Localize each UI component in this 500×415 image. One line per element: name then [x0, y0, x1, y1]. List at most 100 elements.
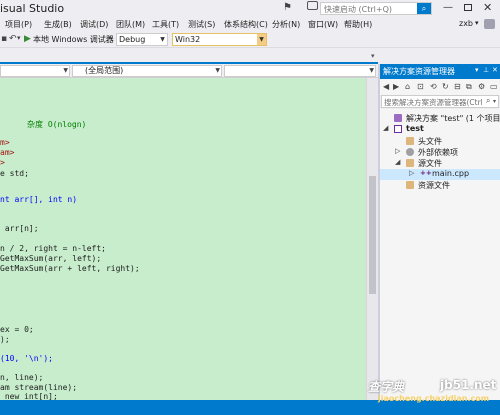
- show-all-files-icon[interactable]: ⧉: [466, 82, 472, 92]
- code-line: GetMaxSum(arr, left);: [0, 254, 101, 263]
- tree-item-label: 头文件: [418, 137, 442, 146]
- user-name[interactable]: zxb: [459, 19, 473, 28]
- tree-item-label: 解决方案 "test" (1 个项目): [406, 114, 500, 123]
- chevron-down-icon[interactable]: ▾: [371, 52, 375, 60]
- solution-explorer-toolbar: ◀ ▶ ⌂ ⊡ ⟲ ↻ ⊟ ⧉ ⚙ ▭: [380, 79, 500, 95]
- code-text: am stream(line);: [0, 383, 78, 392]
- project-icon: [394, 125, 402, 133]
- menu-project[interactable]: 项目(P): [5, 19, 32, 30]
- code-line: ex = 0;: [0, 325, 34, 334]
- undo-icon[interactable]: ↶: [9, 34, 17, 44]
- pin-icon[interactable]: ⊥: [483, 66, 489, 74]
- home-icon[interactable]: ⌂: [405, 82, 410, 91]
- avatar[interactable]: [484, 19, 495, 29]
- feedback-icon[interactable]: [307, 1, 318, 10]
- menu-bar: 项目(P) 生成(B) 调试(D) 团队(M) 工具(T) 测试(S) 体系结构…: [0, 17, 500, 31]
- tree-item[interactable]: ◢ 源文件: [380, 158, 500, 169]
- collapse-all-icon[interactable]: ⊟: [454, 82, 461, 91]
- menu-window[interactable]: 窗口(W): [308, 19, 338, 30]
- project-scope-select[interactable]: ▼: [0, 65, 70, 77]
- tree-item[interactable]: 头文件: [380, 136, 500, 147]
- title-bar: isual Studio ⚑ 快速启动 (Ctrl+Q) ⌕ — ✕: [0, 0, 500, 17]
- code-text: ex = 0;: [0, 325, 34, 334]
- refresh-icon[interactable]: ↻: [442, 82, 449, 91]
- search-icon[interactable]: ⌕: [417, 3, 431, 14]
- editor-scrollbar[interactable]: [366, 78, 378, 400]
- debugger-label[interactable]: 本地 Windows 调试器: [33, 34, 114, 45]
- code-line: n, line);: [0, 373, 43, 382]
- tree-item-label: main.cpp: [432, 169, 470, 178]
- preview-icon[interactable]: ▭: [490, 82, 498, 91]
- code-text: );: [0, 335, 10, 344]
- code-text: nt arr[], int n): [0, 195, 78, 204]
- notification-flag-icon[interactable]: ⚑: [283, 2, 292, 13]
- menu-architecture[interactable]: 体系结构(C): [224, 19, 268, 30]
- menu-help[interactable]: 帮助(H): [344, 19, 372, 30]
- start-debugging-icon[interactable]: ▶: [24, 34, 31, 44]
- switch-views-icon[interactable]: ⊡: [417, 82, 424, 91]
- code-editor[interactable]: 杂度 O(nlogn) m> am> > e std; nt arr[], int n) …: [0, 78, 366, 400]
- collapse-arrow-icon[interactable]: ◢: [383, 124, 388, 132]
- expand-arrow-icon[interactable]: ▷: [395, 147, 400, 155]
- solution-explorer-title: 解决方案资源管理器: [383, 67, 455, 76]
- search-icon[interactable]: ⌕: [486, 96, 490, 106]
- solution-search-input[interactable]: 搜索解决方案资源管理器(Ctrl ⌕ ▾: [381, 95, 499, 108]
- tree-item[interactable]: ◢ test: [380, 124, 500, 135]
- forward-icon[interactable]: ▶: [393, 82, 399, 91]
- scrollbar-thumb[interactable]: [369, 176, 376, 294]
- navigation-bar: ▼ (全局范围) ▼ ▼: [0, 64, 378, 78]
- menu-test[interactable]: 测试(S): [188, 19, 215, 30]
- menu-debug[interactable]: 调试(D): [80, 19, 108, 30]
- chevron-down-icon[interactable]: ▾: [17, 34, 21, 42]
- tree-item-label: test: [406, 124, 424, 133]
- member-select[interactable]: ▼: [224, 65, 376, 77]
- save-all-icon[interactable]: ▪: [1, 34, 7, 44]
- chevron-down-icon[interactable]: ▾: [475, 66, 479, 74]
- solution-explorer-header: 解决方案资源管理器 ▾ ⊥ ✕: [380, 64, 500, 79]
- collapse-arrow-icon[interactable]: ◢: [395, 158, 400, 166]
- expand-arrow-icon[interactable]: ▷: [409, 169, 414, 177]
- tree-item[interactable]: 解决方案 "test" (1 个项目): [380, 113, 500, 124]
- chevron-down-icon[interactable]: ▾: [493, 98, 496, 105]
- code-line: arr[n];: [0, 224, 39, 233]
- chevron-down-icon: ▼: [257, 34, 266, 45]
- sync-icon[interactable]: ⟲: [430, 82, 437, 91]
- code-line: am>: [0, 148, 14, 157]
- configuration-select[interactable]: Debug ▼: [116, 33, 168, 46]
- tree-item[interactable]: 资源文件: [380, 180, 500, 191]
- platform-select[interactable]: Win32 ▼: [172, 33, 267, 46]
- code-line: (10, '\n');: [0, 354, 53, 363]
- global-scope-select[interactable]: (全局范围) ▼: [72, 65, 222, 77]
- code-line: am stream(line);: [0, 383, 77, 392]
- global-scope-value: (全局范围): [85, 66, 124, 75]
- configuration-value: Debug: [119, 35, 146, 44]
- quick-launch-input[interactable]: 快速启动 (Ctrl+Q) ⌕: [320, 2, 432, 15]
- back-icon[interactable]: ◀: [383, 82, 389, 91]
- code-text: arr[n];: [0, 224, 39, 233]
- tree-item[interactable]: ▷ ++ main.cpp: [380, 169, 500, 180]
- code-line: nt arr[], int n): [0, 195, 77, 204]
- properties-icon[interactable]: ⚙: [478, 82, 485, 91]
- close-button[interactable]: ✕: [483, 1, 492, 14]
- menu-build[interactable]: 生成(B): [44, 19, 72, 30]
- solution-tree: 解决方案 "test" (1 个项目) ◢ test 头文件 ▷ 外部依赖项 ◢ 源文件 ▷ ++…: [380, 109, 500, 400]
- chevron-down-icon: ▼: [160, 36, 165, 43]
- folder-icon: [406, 137, 414, 145]
- code-line: new int[n];: [0, 392, 58, 400]
- chevron-down-icon: ▼: [63, 67, 68, 74]
- maximize-button[interactable]: [464, 4, 472, 11]
- close-icon[interactable]: ✕: [492, 66, 498, 74]
- chevron-down-icon[interactable]: ▾: [475, 19, 479, 27]
- menu-tools[interactable]: 工具(T): [152, 19, 179, 30]
- watermark-url: jiaocheng.chazidian.com: [378, 394, 490, 403]
- folder-icon: [406, 181, 414, 189]
- minimize-button[interactable]: —: [443, 2, 453, 13]
- menu-analyze[interactable]: 分析(N): [272, 19, 300, 30]
- tree-item[interactable]: ▷ 外部依赖项: [380, 147, 500, 158]
- code-text: n, line);: [0, 373, 44, 382]
- cpp-file-icon: ++: [420, 169, 432, 177]
- chevron-down-icon[interactable]: ▾: [108, 34, 112, 42]
- solution-search-placeholder: 搜索解决方案资源管理器(Ctrl: [384, 98, 483, 107]
- folder-icon: [406, 159, 414, 167]
- menu-team[interactable]: 团队(M): [116, 19, 145, 30]
